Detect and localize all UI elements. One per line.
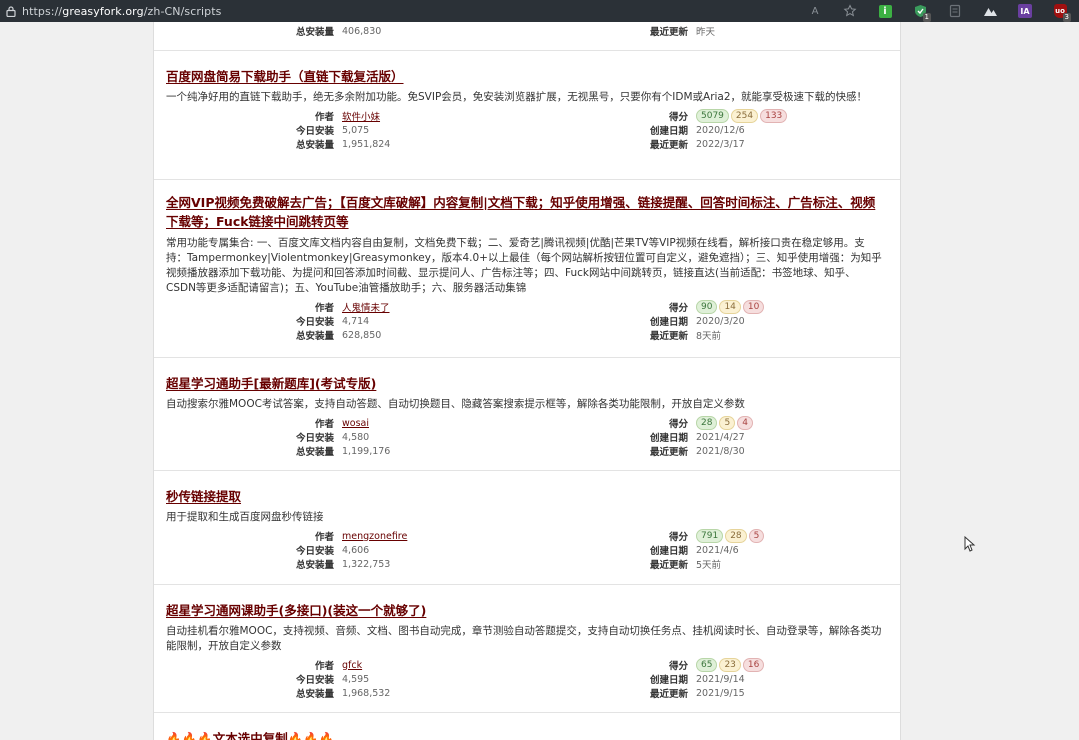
author-link[interactable]: mengzonefire — [342, 531, 407, 542]
rating-bad: 10 — [742, 300, 765, 314]
browser-address-bar: https://greasyfork.org/zh-CN/scripts A i… — [0, 0, 1079, 22]
ia-ext-icon[interactable]: IA — [1014, 0, 1036, 22]
list-item: 总安装量 406,830 最近更新 昨天 — [154, 22, 900, 51]
shield-badge: 1 — [922, 13, 931, 22]
rating-badges: 5079 254 133 — [696, 109, 788, 123]
list-item: 超星学习通网课助手(多接口)(装这一个就够了) 自动挂机看尔雅MOOC，支持视频… — [154, 585, 900, 713]
script-list: 总安装量 406,830 最近更新 昨天 百度网盘简易下载助手（直链下载复活版） 一… — [153, 22, 901, 740]
author-link[interactable]: gfck — [342, 660, 362, 671]
url-prefix: https:// — [22, 4, 63, 18]
rating-bad: 4 — [737, 416, 753, 430]
rating-good: 90 — [696, 300, 718, 314]
script-title-link[interactable]: 超星学习通网课助手(多接口)(装这一个就够了) — [166, 603, 426, 619]
rating-good: 791 — [696, 529, 724, 543]
mountain-ext-icon[interactable] — [979, 0, 1001, 22]
script-description: 常用功能专属集合: 一、百度文库文档内容自由复制，文档免费下载；二、爱奇艺|腾讯… — [166, 237, 882, 294]
script-title-link[interactable]: 秒传链接提取 — [166, 489, 241, 505]
rating-ok: 23 — [719, 658, 741, 672]
script-description: 自动挂机看尔雅MOOC，支持视频、音频、文档、图书自动完成，章节测验自动答题提交… — [166, 625, 882, 652]
shield-ext-icon[interactable]: 1 — [909, 0, 931, 22]
author-link[interactable]: 人鬼情未了 — [342, 300, 390, 314]
url-field[interactable]: https://greasyfork.org/zh-CN/scripts — [22, 5, 222, 18]
script-description: 用于提取和生成百度网盘秒传链接 — [166, 511, 324, 523]
script-title-link[interactable]: 百度网盘简易下载助手（直链下载复活版） — [166, 69, 404, 85]
script-title-link[interactable]: 🔥🔥🔥文本选中复制🔥🔥🔥 — [166, 731, 334, 740]
lock-icon[interactable] — [0, 0, 22, 22]
script-description: 自动搜索尔雅MOOC考试答案，支持自动答题、自动切换题目、隐藏答案搜索提示框等，… — [166, 398, 745, 410]
rating-ok: 28 — [725, 529, 747, 543]
list-item: 全网VIP视频免费破解去广告；【百度文库破解】内容复制|文档下载；知乎使用增强、… — [154, 180, 900, 358]
page-ext-icon[interactable] — [944, 0, 966, 22]
rating-ok: 14 — [719, 300, 741, 314]
list-item: 🔥🔥🔥文本选中复制🔥🔥🔥 — [154, 713, 900, 740]
rating-bad: 16 — [742, 658, 765, 672]
favorite-icon[interactable] — [839, 0, 861, 22]
url-domain: greasyfork.org — [62, 4, 144, 18]
author-link[interactable]: 软件小妹 — [342, 109, 380, 123]
list-item: 百度网盘简易下载助手（直链下载复活版） 一个纯净好用的直链下载助手，绝无多余附加… — [154, 51, 900, 180]
list-item: 超星学习通助手[最新题库](考试专版) 自动搜索尔雅MOOC考试答案，支持自动答… — [154, 358, 900, 471]
rating-badges: 791 28 5 — [696, 529, 765, 543]
rating-ok: 254 — [730, 109, 759, 123]
rating-badges: 90 14 10 — [696, 300, 765, 314]
rating-good: 28 — [696, 416, 718, 430]
script-description: 一个纯净好用的直链下载助手，绝无多余附加功能。免SVIP会员，免安装浏览器扩展，… — [166, 91, 868, 103]
url-path: /zh-CN/scripts — [143, 4, 222, 18]
rating-good: 65 — [696, 658, 718, 672]
rating-good: 5079 — [696, 109, 729, 123]
rating-badges: 65 23 16 — [696, 658, 765, 672]
read-aloud-icon[interactable]: A — [804, 0, 826, 22]
rating-bad: 133 — [760, 109, 788, 123]
script-title-link[interactable]: 全网VIP视频免费破解去广告；【百度文库破解】内容复制|文档下载；知乎使用增强、… — [166, 193, 884, 231]
author-link[interactable]: wosai — [342, 418, 369, 429]
ublock-icon[interactable]: uo 3 — [1049, 0, 1071, 22]
mouse-cursor-icon — [964, 536, 976, 552]
rating-bad: 5 — [748, 529, 765, 543]
info-ext-icon[interactable]: i — [874, 0, 896, 22]
script-title-link[interactable]: 超星学习通助手[最新题库](考试专版) — [166, 376, 376, 392]
ublock-badge: 3 — [1062, 13, 1071, 22]
rating-ok: 5 — [719, 416, 736, 430]
list-item: 秒传链接提取 用于提取和生成百度网盘秒传链接 作者 mengzonefire 今日… — [154, 471, 900, 585]
extension-toolbar: A i 1 IA uo 3 — [791, 0, 1071, 22]
rating-badges: 28 5 4 — [696, 416, 753, 430]
